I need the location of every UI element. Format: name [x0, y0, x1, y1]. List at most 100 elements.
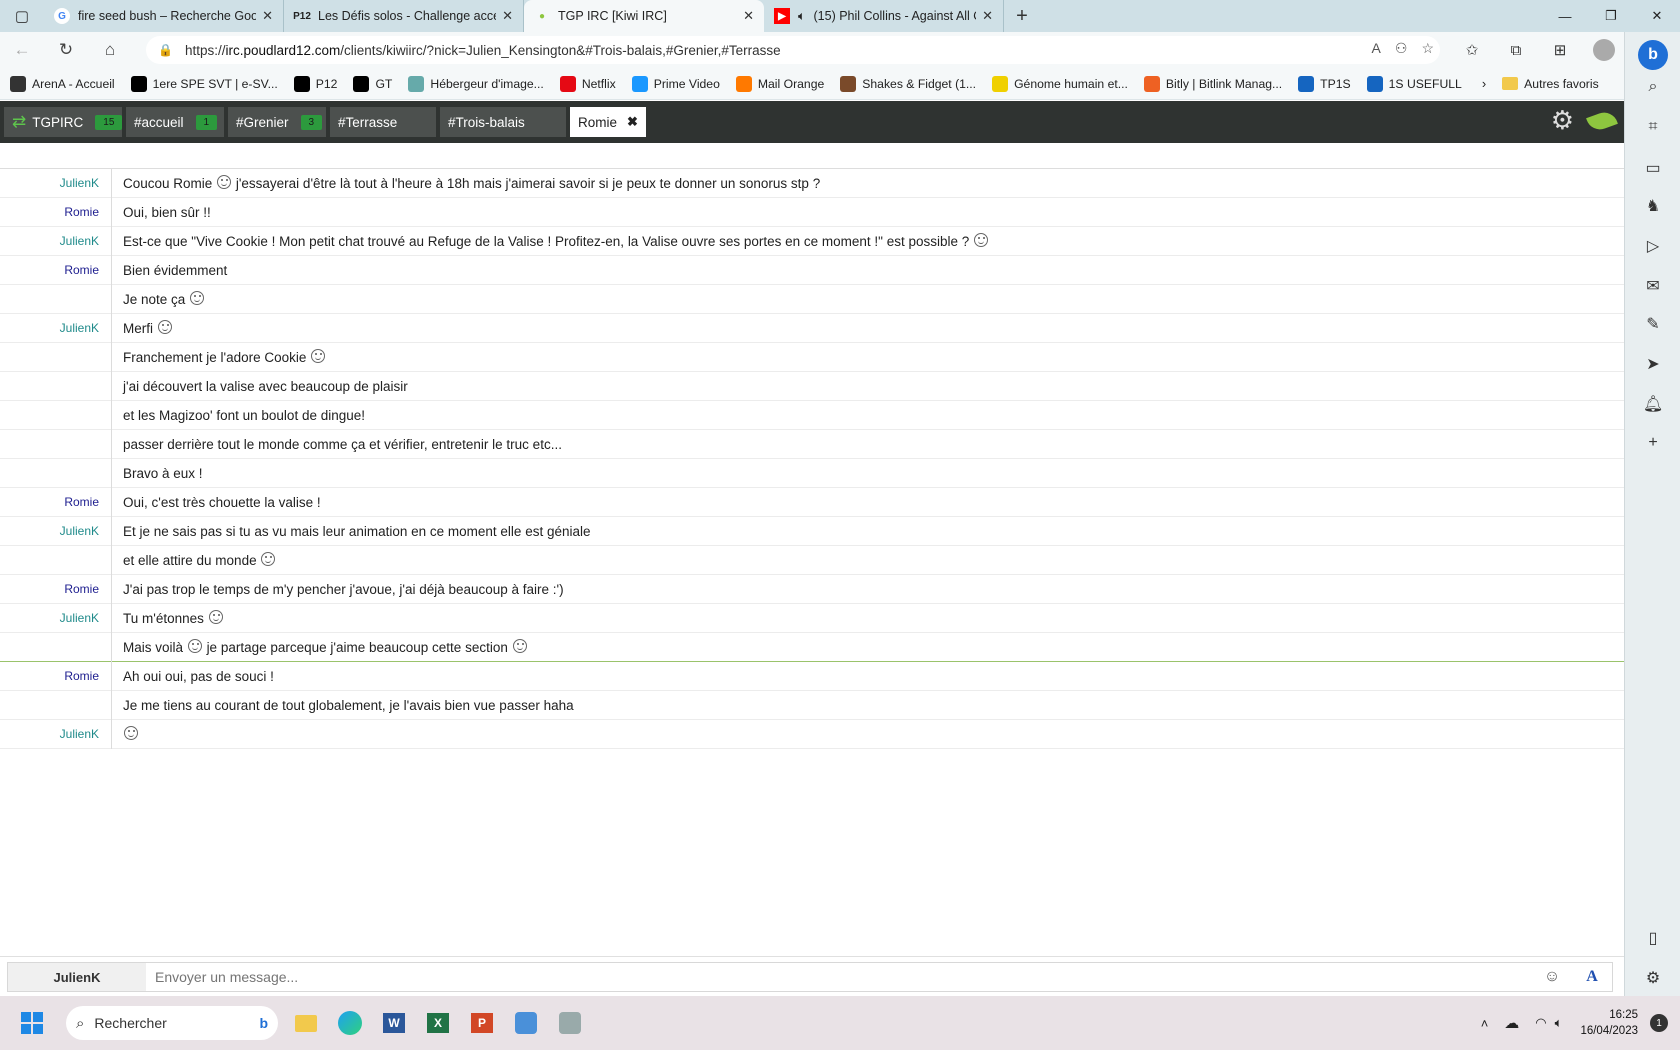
search-icon[interactable]: ⌕: [1625, 78, 1680, 96]
collections-icon[interactable]: ⧉: [1494, 42, 1538, 59]
app-icon[interactable]: [548, 1001, 592, 1045]
message-nick[interactable]: JulienK: [0, 719, 112, 749]
message-nick[interactable]: Romie: [0, 197, 112, 227]
word-icon[interactable]: W: [372, 1001, 416, 1045]
tray-chevron-up-icon[interactable]: ˄: [1481, 1016, 1489, 1031]
bookmark-item[interactable]: GT: [353, 75, 392, 92]
message-nick[interactable]: Romie: [0, 255, 112, 285]
favorite-star-icon[interactable]: ☆: [1421, 40, 1434, 57]
lock-icon[interactable]: 🔒: [158, 43, 173, 57]
bookmark-item[interactable]: Netflix: [559, 75, 616, 92]
message-nick[interactable]: Romie: [0, 487, 112, 517]
url-field[interactable]: 🔒 https://irc.poudlard12.com/clients/kiw…: [146, 36, 1440, 64]
message-nick[interactable]: [0, 342, 112, 372]
new-tab-button[interactable]: +: [1004, 0, 1040, 32]
file-explorer-icon[interactable]: [284, 1001, 328, 1045]
browser-tab[interactable]: ▶ 🔈︎ (15) Phil Collins - Against All Odds ✕: [764, 0, 1004, 32]
message-nick[interactable]: Romie: [0, 574, 112, 604]
media-play-icon[interactable]: ▷: [1625, 236, 1680, 256]
powerpoint-icon[interactable]: P: [460, 1001, 504, 1045]
designer-icon[interactable]: ✎: [1625, 314, 1680, 334]
collections-add-icon[interactable]: ⚇: [1395, 40, 1408, 57]
bookmark-item[interactable]: Hébergeur d'image...: [408, 75, 544, 92]
bookmark-item[interactable]: TP1S: [1298, 75, 1351, 92]
irc-tab-Trois-balais[interactable]: #Trois-balais: [440, 107, 566, 137]
bookmark-item[interactable]: ArenA - Accueil: [10, 75, 115, 92]
start-windows-icon[interactable]: [10, 1001, 54, 1045]
message-nick[interactable]: Romie: [0, 661, 112, 691]
network-app-icon[interactable]: [504, 1001, 548, 1045]
audio-playing-icon[interactable]: 🔈︎: [798, 9, 806, 24]
volume-icon[interactable]: 🔈︎: [1555, 1015, 1563, 1031]
read-aloud-icon[interactable]: A: [1372, 40, 1381, 57]
more-bookmarks-chevron-icon[interactable]: ›: [1482, 76, 1486, 91]
edge-browser-icon[interactable]: [328, 1001, 372, 1045]
refresh-icon[interactable]: ↻: [44, 32, 88, 68]
message-nick[interactable]: [0, 371, 112, 401]
message-nick[interactable]: [0, 545, 112, 575]
message-nick[interactable]: [0, 458, 112, 488]
other-favorites-folder[interactable]: Autres favoris: [1502, 77, 1599, 91]
message-nick[interactable]: JulienK: [0, 313, 112, 343]
excel-icon[interactable]: X: [416, 1001, 460, 1045]
bookmark-item[interactable]: Shakes & Fidget (1...: [840, 75, 976, 92]
close-tab-icon[interactable]: ✕: [743, 8, 754, 24]
emoji-picker-icon[interactable]: ☺: [1532, 968, 1572, 986]
message-nick[interactable]: [0, 429, 112, 459]
split-screen-icon[interactable]: ⊞: [1538, 41, 1582, 59]
bookmark-item[interactable]: P12: [293, 75, 337, 92]
outlook-icon[interactable]: ✉: [1625, 276, 1680, 296]
add-sidebar-app-icon[interactable]: +: [1625, 434, 1680, 452]
taskbar-search[interactable]: ⌕ Rechercher b: [66, 1006, 278, 1040]
message-input[interactable]: [146, 969, 1532, 985]
onedrive-icon[interactable]: ☁: [1504, 1014, 1519, 1032]
close-tab-icon[interactable]: ✕: [262, 8, 273, 24]
irc-tab-accueil[interactable]: #accueil 1: [126, 107, 224, 137]
message-nick[interactable]: JulienK: [0, 226, 112, 256]
browser-tab[interactable]: ● TGP IRC [Kiwi IRC] ✕: [524, 0, 764, 32]
bookmark-item[interactable]: Mail Orange: [735, 75, 824, 92]
hide-sidebar-icon[interactable]: ▯: [1625, 928, 1680, 948]
message-nick[interactable]: [0, 284, 112, 314]
minimize-icon[interactable]: —: [1542, 0, 1588, 32]
notification-bell-icon[interactable]: 🔔︎: [1625, 394, 1680, 414]
close-tab-icon[interactable]: ✕: [502, 8, 513, 24]
irc-tab-TGPIRC[interactable]: ⇄ TGPIRC 15: [4, 107, 123, 137]
irc-tab-Grenier[interactable]: #Grenier 3: [228, 107, 326, 137]
wifi-icon[interactable]: ◠: [1535, 1015, 1546, 1031]
browser-tab[interactable]: P12 Les Défis solos - Challenge accepté ✕: [284, 0, 524, 32]
bookmark-item[interactable]: Génome humain et...: [992, 75, 1128, 92]
message-nick[interactable]: [0, 632, 112, 662]
text-style-icon[interactable]: A: [1572, 968, 1612, 986]
send-icon[interactable]: ➤: [1625, 354, 1680, 374]
message-nick[interactable]: JulienK: [0, 516, 112, 546]
taskbar-clock[interactable]: 16:25 16/04/2023: [1580, 1007, 1638, 1039]
bing-copilot-icon[interactable]: b: [1625, 40, 1680, 70]
message-nick[interactable]: JulienK: [0, 168, 112, 198]
shopping-tag-icon[interactable]: ⌗: [1625, 118, 1680, 136]
irc-tab-Romie[interactable]: Romie ✖: [570, 107, 646, 137]
tools-icon[interactable]: ▭: [1625, 158, 1680, 178]
bookmark-item[interactable]: Prime Video: [631, 75, 720, 92]
profile-avatar[interactable]: [1582, 39, 1626, 61]
close-query-icon[interactable]: ✖: [627, 114, 638, 130]
favorites-icon[interactable]: ✩: [1450, 41, 1494, 59]
bookmark-item[interactable]: 1ere SPE SVT | e-SV...: [130, 75, 278, 92]
input-nick-label[interactable]: JulienK: [8, 963, 146, 991]
games-icon[interactable]: ♞: [1625, 196, 1680, 216]
restore-icon[interactable]: ❐: [1588, 0, 1634, 32]
message-nick[interactable]: JulienK: [0, 603, 112, 633]
close-tab-icon[interactable]: ✕: [982, 8, 993, 24]
message-nick[interactable]: [0, 690, 112, 720]
irc-settings-gear-icon[interactable]: ⚙: [1551, 105, 1574, 136]
back-icon[interactable]: ←: [0, 32, 44, 68]
close-window-icon[interactable]: ✕: [1634, 0, 1680, 32]
tab-actions-icon[interactable]: ▢: [0, 0, 44, 32]
message-nick[interactable]: [0, 400, 112, 430]
notification-count-badge[interactable]: 1: [1650, 1014, 1668, 1032]
browser-tab[interactable]: Gfire seed bush – Recherche Google ✕: [44, 0, 284, 32]
sidebar-settings-icon[interactable]: ⚙: [1625, 968, 1680, 988]
bookmark-item[interactable]: 1S USEFULL: [1366, 75, 1462, 92]
home-icon[interactable]: ⌂: [88, 32, 132, 68]
irc-tab-Terrasse[interactable]: #Terrasse: [330, 107, 436, 137]
